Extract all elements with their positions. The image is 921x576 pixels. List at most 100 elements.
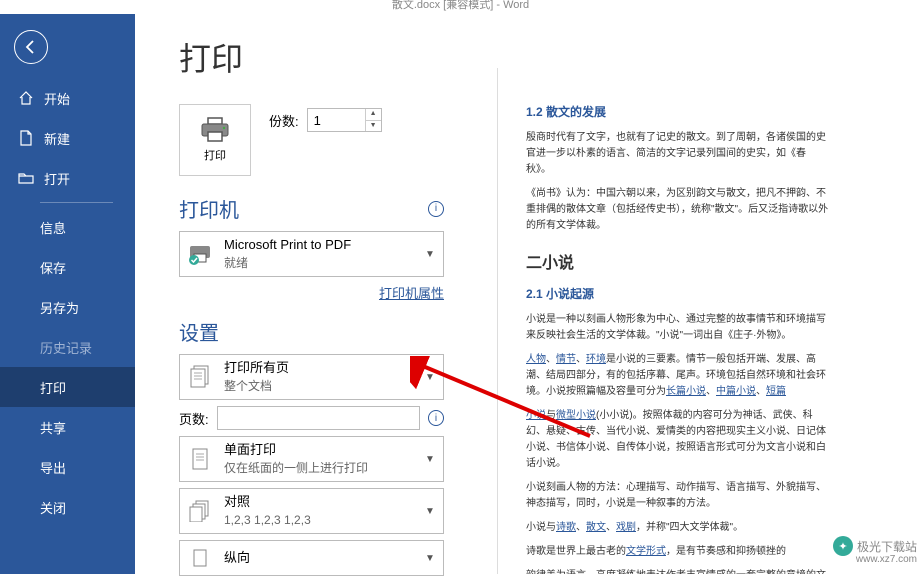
nav-export[interactable]: 导出 <box>0 447 135 487</box>
sides-title: 单面打印 <box>224 441 413 459</box>
preview-p: 小说与诗歌、散文、戏剧，并称"四大文学体裁"。 <box>526 520 830 536</box>
settings-heading-row: 设置 <box>179 317 444 346</box>
nav-label: 信息 <box>40 218 66 237</box>
app-container: 开始 新建 打开 信息 保存 另存为 历史记录 打印 共享 导出 关闭 打印 打… <box>0 14 921 574</box>
nav-label: 保存 <box>40 258 66 277</box>
printer-status: 就绪 <box>224 254 413 272</box>
info-icon[interactable]: i <box>428 410 444 426</box>
copies-control: 份数: ▲ ▼ <box>269 108 382 132</box>
preview-p: 小说与微型小说(小小说)。按照体裁的内容可分为神话、武侠、科幻、悬疑、古传、当代… <box>526 408 830 472</box>
preview-p: 韵律美为语言。高度凝练地表达作者丰富情感的一套完整的意境的文学体裁。 <box>526 568 830 574</box>
print-button[interactable]: 打印 <box>179 104 251 176</box>
watermark-site: 极光下载站 <box>857 538 917 555</box>
collate-select[interactable]: 对照 1,2,3 1,2,3 1,2,3 ▼ <box>179 488 444 534</box>
printer-select-text: Microsoft Print to PDF 就绪 <box>224 236 413 272</box>
nav-label: 开始 <box>44 89 70 108</box>
preview-link: 诗歌 <box>556 522 576 533</box>
page-range-title: 打印所有页 <box>224 359 413 377</box>
sides-text: 单面打印 仅在纸面的一侧上进行打印 <box>224 441 413 477</box>
preview-link: 人物 <box>526 354 546 365</box>
print-settings-column: 打印 打印 份数: ▲ ▼ <box>179 34 444 574</box>
nav-save-as[interactable]: 另存为 <box>0 287 135 327</box>
collate-text: 对照 1,2,3 1,2,3 1,2,3 <box>224 493 413 529</box>
nav-separator <box>40 202 113 203</box>
chevron-down-icon: ▼ <box>423 249 437 260</box>
chevron-down-icon: ▼ <box>423 553 437 564</box>
spinner-down[interactable]: ▼ <box>366 121 381 132</box>
chevron-down-icon: ▼ <box>423 454 437 465</box>
folder-open-icon <box>18 170 34 186</box>
preview-link: 情节 <box>556 354 576 365</box>
printer-name: Microsoft Print to PDF <box>224 236 413 254</box>
printer-heading-row: 打印机 i <box>179 194 444 223</box>
nav-open[interactable]: 打开 <box>0 158 135 198</box>
page-range-select[interactable]: 打印所有页 整个文档 ▼ <box>179 354 444 400</box>
backstage-sidebar: 开始 新建 打开 信息 保存 另存为 历史记录 打印 共享 导出 关闭 <box>0 14 135 574</box>
document-icon <box>18 130 34 146</box>
copies-input[interactable] <box>308 109 366 131</box>
preview-h: 1.2 散文的发展 <box>526 104 830 120</box>
preview-link: 散文 <box>586 522 606 533</box>
preview-link: 文学形式 <box>626 546 666 557</box>
chevron-down-icon: ▼ <box>423 372 437 383</box>
nav-label: 新建 <box>44 129 70 148</box>
page-numbers-row: 页数: i <box>179 406 444 430</box>
nav-new[interactable]: 新建 <box>0 118 135 158</box>
printer-select[interactable]: Microsoft Print to PDF 就绪 ▼ <box>179 231 444 277</box>
sides-select[interactable]: 单面打印 仅在纸面的一侧上进行打印 ▼ <box>179 436 444 482</box>
printer-icon <box>200 117 230 143</box>
orientation-title: 纵向 <box>224 549 413 567</box>
nav-label: 历史记录 <box>40 338 92 357</box>
nav-info[interactable]: 信息 <box>0 207 135 247</box>
preview-p: 诗歌是世界上最古老的文学形式，是有节奏感和抑扬顿挫的 <box>526 544 830 560</box>
nav-label: 导出 <box>40 458 66 477</box>
nav-close[interactable]: 关闭 <box>0 487 135 527</box>
nav-share[interactable]: 共享 <box>0 407 135 447</box>
nav-label: 关闭 <box>40 498 66 517</box>
nav-history[interactable]: 历史记录 <box>0 327 135 367</box>
watermark-badge-icon: ✦ <box>833 536 853 556</box>
preview-link: 小说 <box>526 410 546 421</box>
main-area: 打印 打印 份数: ▲ ▼ <box>135 14 921 574</box>
orientation-select[interactable]: 纵向 ▼ <box>179 540 444 576</box>
printer-properties-link[interactable]: 打印机属性 <box>379 286 444 301</box>
printer-ready-icon <box>186 243 214 265</box>
nav-home[interactable]: 开始 <box>0 78 135 118</box>
single-side-icon <box>186 447 214 471</box>
preview-p: 小说是一种以刻画人物形象为中心、通过完整的故事情节和环境描写来反映社会生活的文学… <box>526 312 830 344</box>
preview-link: 环境 <box>586 354 606 365</box>
preview-p: 人物、情节、环境是小说的三要素。情节一般包括开端、发展、高潮、结局四部分，有的包… <box>526 352 830 400</box>
nav-label: 打印 <box>40 378 66 397</box>
nav-label: 另存为 <box>40 298 79 317</box>
watermark-url: www.xz7.com <box>856 554 917 565</box>
preview-h: 2.1 小说起源 <box>526 286 830 302</box>
collate-icon <box>186 500 214 522</box>
preview-page: 1.2 散文的发展 殷商时代有了文字，也就有了记史的散文。到了周朝，各诸侯国的史… <box>498 68 858 574</box>
nav-print[interactable]: 打印 <box>0 367 135 407</box>
copies-label: 份数: <box>269 111 299 130</box>
collate-title: 对照 <box>224 493 413 511</box>
title-bar: 散文.docx [兼容模式] - Word <box>0 0 921 14</box>
preview-p: 殷商时代有了文字，也就有了记史的散文。到了周朝，各诸侯国的史官进一步以朴素的语言… <box>526 130 830 178</box>
sides-sub: 仅在纸面的一侧上进行打印 <box>224 459 413 477</box>
preview-link: 长篇小说 <box>666 386 706 397</box>
print-action-row: 打印 份数: ▲ ▼ <box>179 104 444 176</box>
copies-input-wrap: ▲ ▼ <box>307 108 382 132</box>
info-icon[interactable]: i <box>428 201 444 217</box>
chevron-down-icon: ▼ <box>423 506 437 517</box>
pages-input[interactable] <box>217 406 420 430</box>
preview-link: 微型小说 <box>556 410 596 421</box>
back-button[interactable] <box>14 30 48 64</box>
preview-link: 中篇小说 <box>716 386 756 397</box>
portrait-icon <box>186 548 214 568</box>
settings-heading: 设置 <box>179 317 219 346</box>
preview-p: 小说刻画人物的方法：心理描写、动作描写、语言描写、外貌描写、神态描写，同时，小说… <box>526 480 830 512</box>
preview-link: 短篇 <box>766 386 786 397</box>
printer-heading: 打印机 <box>179 194 239 223</box>
page-title: 打印 <box>179 34 444 80</box>
watermark: ✦ 极光下载站 www.xz7.com <box>833 536 917 556</box>
print-preview: 1.2 散文的发展 殷商时代有了文字，也就有了记史的散文。到了周朝，各诸侯国的史… <box>444 34 921 574</box>
page-range-sub: 整个文档 <box>224 377 413 395</box>
spinner-up[interactable]: ▲ <box>366 109 381 121</box>
nav-save[interactable]: 保存 <box>0 247 135 287</box>
